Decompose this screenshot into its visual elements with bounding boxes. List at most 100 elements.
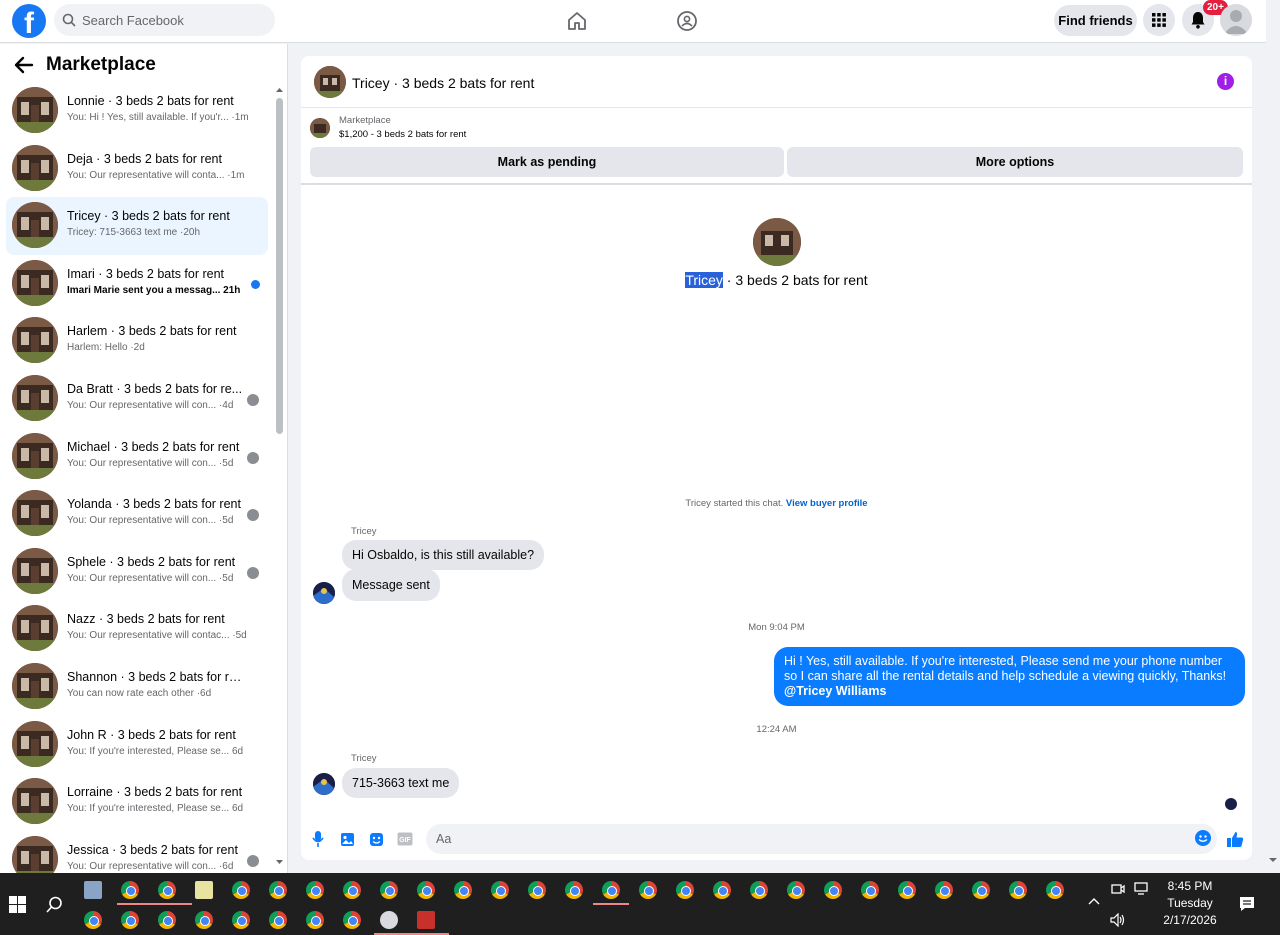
incoming-message[interactable]: 715-3663 text me <box>342 768 460 798</box>
chrome-taskbar-icon[interactable] <box>639 881 657 899</box>
chrome-taskbar-icon[interactable] <box>1046 881 1064 899</box>
outgoing-message-text: Hi ! Yes, still available. If you're int… <box>784 654 1227 683</box>
mention-link[interactable]: @Tricey Williams <box>784 684 886 698</box>
emoji-icon[interactable] <box>1195 830 1211 846</box>
conversation-item[interactable]: Deja · 3 beds 2 bats for rent You: Our re… <box>6 140 268 198</box>
conversation-thumbnail <box>12 605 58 652</box>
windows-start-icon[interactable] <box>9 896 26 913</box>
show-hidden-icons-chevron-icon[interactable] <box>1088 897 1100 905</box>
listing-summary-bar: Marketplace $1,200 - 3 beds 2 bats for r… <box>301 109 1252 185</box>
chrome-taskbar-icon[interactable] <box>676 881 694 899</box>
chrome-taskbar-icon[interactable] <box>713 881 731 899</box>
mark-as-pending-button[interactable]: Mark as pending <box>310 147 784 177</box>
chrome-taskbar-icon[interactable] <box>195 911 213 929</box>
message-composer: GIF Aa <box>301 821 1252 859</box>
incoming-message[interactable]: Message sent <box>342 569 440 601</box>
conversation-item[interactable]: Jessica · 3 beds 2 bats for rent You: Our… <box>6 831 268 873</box>
search-box[interactable]: Search Facebook <box>54 4 275 36</box>
menu-grid-icon[interactable] <box>1143 4 1175 36</box>
chat-title[interactable]: Tricey · 3 beds 2 bats for rent <box>352 75 534 91</box>
conversation-item[interactable]: Michael · 3 beds 2 bats for rent You: Our… <box>6 428 268 486</box>
chrome-taskbar-icon[interactable] <box>232 881 250 899</box>
photo-icon[interactable] <box>338 830 356 848</box>
chrome-taskbar-icon[interactable] <box>417 881 435 899</box>
chrome-taskbar-icon[interactable] <box>158 881 176 899</box>
outgoing-message[interactable]: Hi ! Yes, still available. If you're int… <box>774 647 1245 706</box>
app-taskbar-icon[interactable] <box>417 911 435 929</box>
view-buyer-profile-link[interactable]: View buyer profile <box>786 498 868 509</box>
volume-icon[interactable] <box>1110 913 1126 927</box>
conversation-item[interactable]: Lonnie · 3 beds 2 bats for rent You: Hi !… <box>6 82 268 140</box>
incoming-message[interactable]: Hi Osbaldo, is this still available? <box>342 540 545 570</box>
scrollbar-thumb[interactable] <box>276 98 283 434</box>
sticker-icon[interactable] <box>367 830 385 848</box>
home-icon[interactable] <box>564 8 590 34</box>
conversation-item[interactable]: Harlem · 3 beds 2 bats for rent Harlem: H… <box>6 312 268 370</box>
chrome-taskbar-icon[interactable] <box>491 881 509 899</box>
chat-header: Tricey · 3 beds 2 bats for rent i <box>301 56 1252 108</box>
conversation-item[interactable]: Shannon · 3 beds 2 bats for rent You can … <box>6 658 268 716</box>
chrome-taskbar-icon[interactable] <box>121 881 139 899</box>
chrome-taskbar-icon[interactable] <box>861 881 879 899</box>
conversation-name: Michael · 3 beds 2 bats for rent <box>67 439 240 454</box>
conversation-item[interactable]: Lorraine · 3 beds 2 bats for rent You: If… <box>6 773 268 831</box>
chrome-taskbar-icon[interactable] <box>343 881 361 899</box>
chrome-taskbar-icon[interactable] <box>528 881 546 899</box>
info-icon[interactable]: i <box>1217 73 1234 90</box>
chrome-taskbar-icon[interactable] <box>306 911 324 929</box>
chrome-taskbar-icon[interactable] <box>343 911 361 929</box>
chrome-taskbar-icon[interactable] <box>935 881 953 899</box>
chrome-taskbar-icon[interactable] <box>824 881 842 899</box>
chrome-taskbar-icon[interactable] <box>121 911 139 929</box>
conversation-item[interactable]: Sphele · 3 beds 2 bats for rent You: Our … <box>6 543 268 601</box>
page-scrollbar[interactable] <box>1266 0 1280 873</box>
like-thumbs-up-icon[interactable] <box>1226 830 1244 848</box>
chrome-taskbar-icon[interactable] <box>380 881 398 899</box>
chrome-taskbar-icon[interactable] <box>1009 881 1027 899</box>
conversation-item[interactable]: Da Bratt · 3 beds 2 bats for re... You: O… <box>6 370 268 428</box>
chrome-taskbar-icon[interactable] <box>454 881 472 899</box>
listing-thumbnail[interactable] <box>310 118 330 138</box>
conversation-item[interactable]: John R · 3 beds 2 bats for rent You: If y… <box>6 716 268 774</box>
more-options-button[interactable]: More options <box>787 147 1243 177</box>
microphone-icon[interactable] <box>309 830 327 848</box>
listing-avatar[interactable] <box>314 66 346 98</box>
active-app-indicator <box>117 903 155 905</box>
chrome-taskbar-icon[interactable] <box>158 911 176 929</box>
sender-avatar[interactable] <box>313 773 335 795</box>
search-input[interactable]: Search Facebook <box>82 13 184 28</box>
back-arrow-icon[interactable] <box>14 56 34 74</box>
listing-description[interactable]: $1,200 - 3 beds 2 bats for rent <box>339 129 466 140</box>
chrome-taskbar-icon[interactable] <box>306 881 324 899</box>
meet-now-icon[interactable] <box>1111 882 1125 896</box>
chrome-taskbar-icon[interactable] <box>972 881 990 899</box>
sidebar-scrollbar[interactable] <box>273 86 284 866</box>
message-input[interactable]: Aa <box>426 824 1217 854</box>
conversation-item[interactable]: Imari · 3 beds 2 bats for rent Imari Mari… <box>6 255 268 313</box>
conversation-thumbnail <box>12 317 58 364</box>
sender-avatar[interactable] <box>313 582 335 604</box>
action-center-icon[interactable] <box>1239 896 1255 912</box>
chrome-taskbar-icon[interactable] <box>898 881 916 899</box>
steam-taskbar-icon[interactable] <box>380 911 398 929</box>
groups-icon[interactable] <box>674 8 700 34</box>
conversation-item[interactable]: Yolanda · 3 beds 2 bats for rent You: Our… <box>6 485 268 543</box>
gif-icon[interactable]: GIF <box>396 830 414 848</box>
system-clock[interactable]: 8:45 PM Tuesday 2/17/2026 <box>1145 878 1235 929</box>
chrome-taskbar-icon[interactable] <box>602 881 620 899</box>
taskbar-search-icon[interactable] <box>46 896 63 913</box>
app-taskbar-icon[interactable] <box>84 881 102 899</box>
notepad-taskbar-icon[interactable] <box>195 881 213 899</box>
profile-avatar[interactable] <box>1220 4 1252 36</box>
chrome-taskbar-icon[interactable] <box>750 881 768 899</box>
chrome-taskbar-icon[interactable] <box>269 911 287 929</box>
chrome-taskbar-icon[interactable] <box>787 881 805 899</box>
chrome-taskbar-icon[interactable] <box>269 881 287 899</box>
facebook-logo-icon[interactable]: f <box>12 4 46 38</box>
chrome-taskbar-icon[interactable] <box>84 911 102 929</box>
find-friends-button[interactable]: Find friends <box>1054 5 1137 36</box>
chrome-taskbar-icon[interactable] <box>565 881 583 899</box>
conversation-item[interactable]: Tricey · 3 beds 2 bats for rent Tricey: 7… <box>6 197 268 255</box>
conversation-item[interactable]: Nazz · 3 beds 2 bats for rent You: Our re… <box>6 600 268 658</box>
chrome-taskbar-icon[interactable] <box>232 911 250 929</box>
